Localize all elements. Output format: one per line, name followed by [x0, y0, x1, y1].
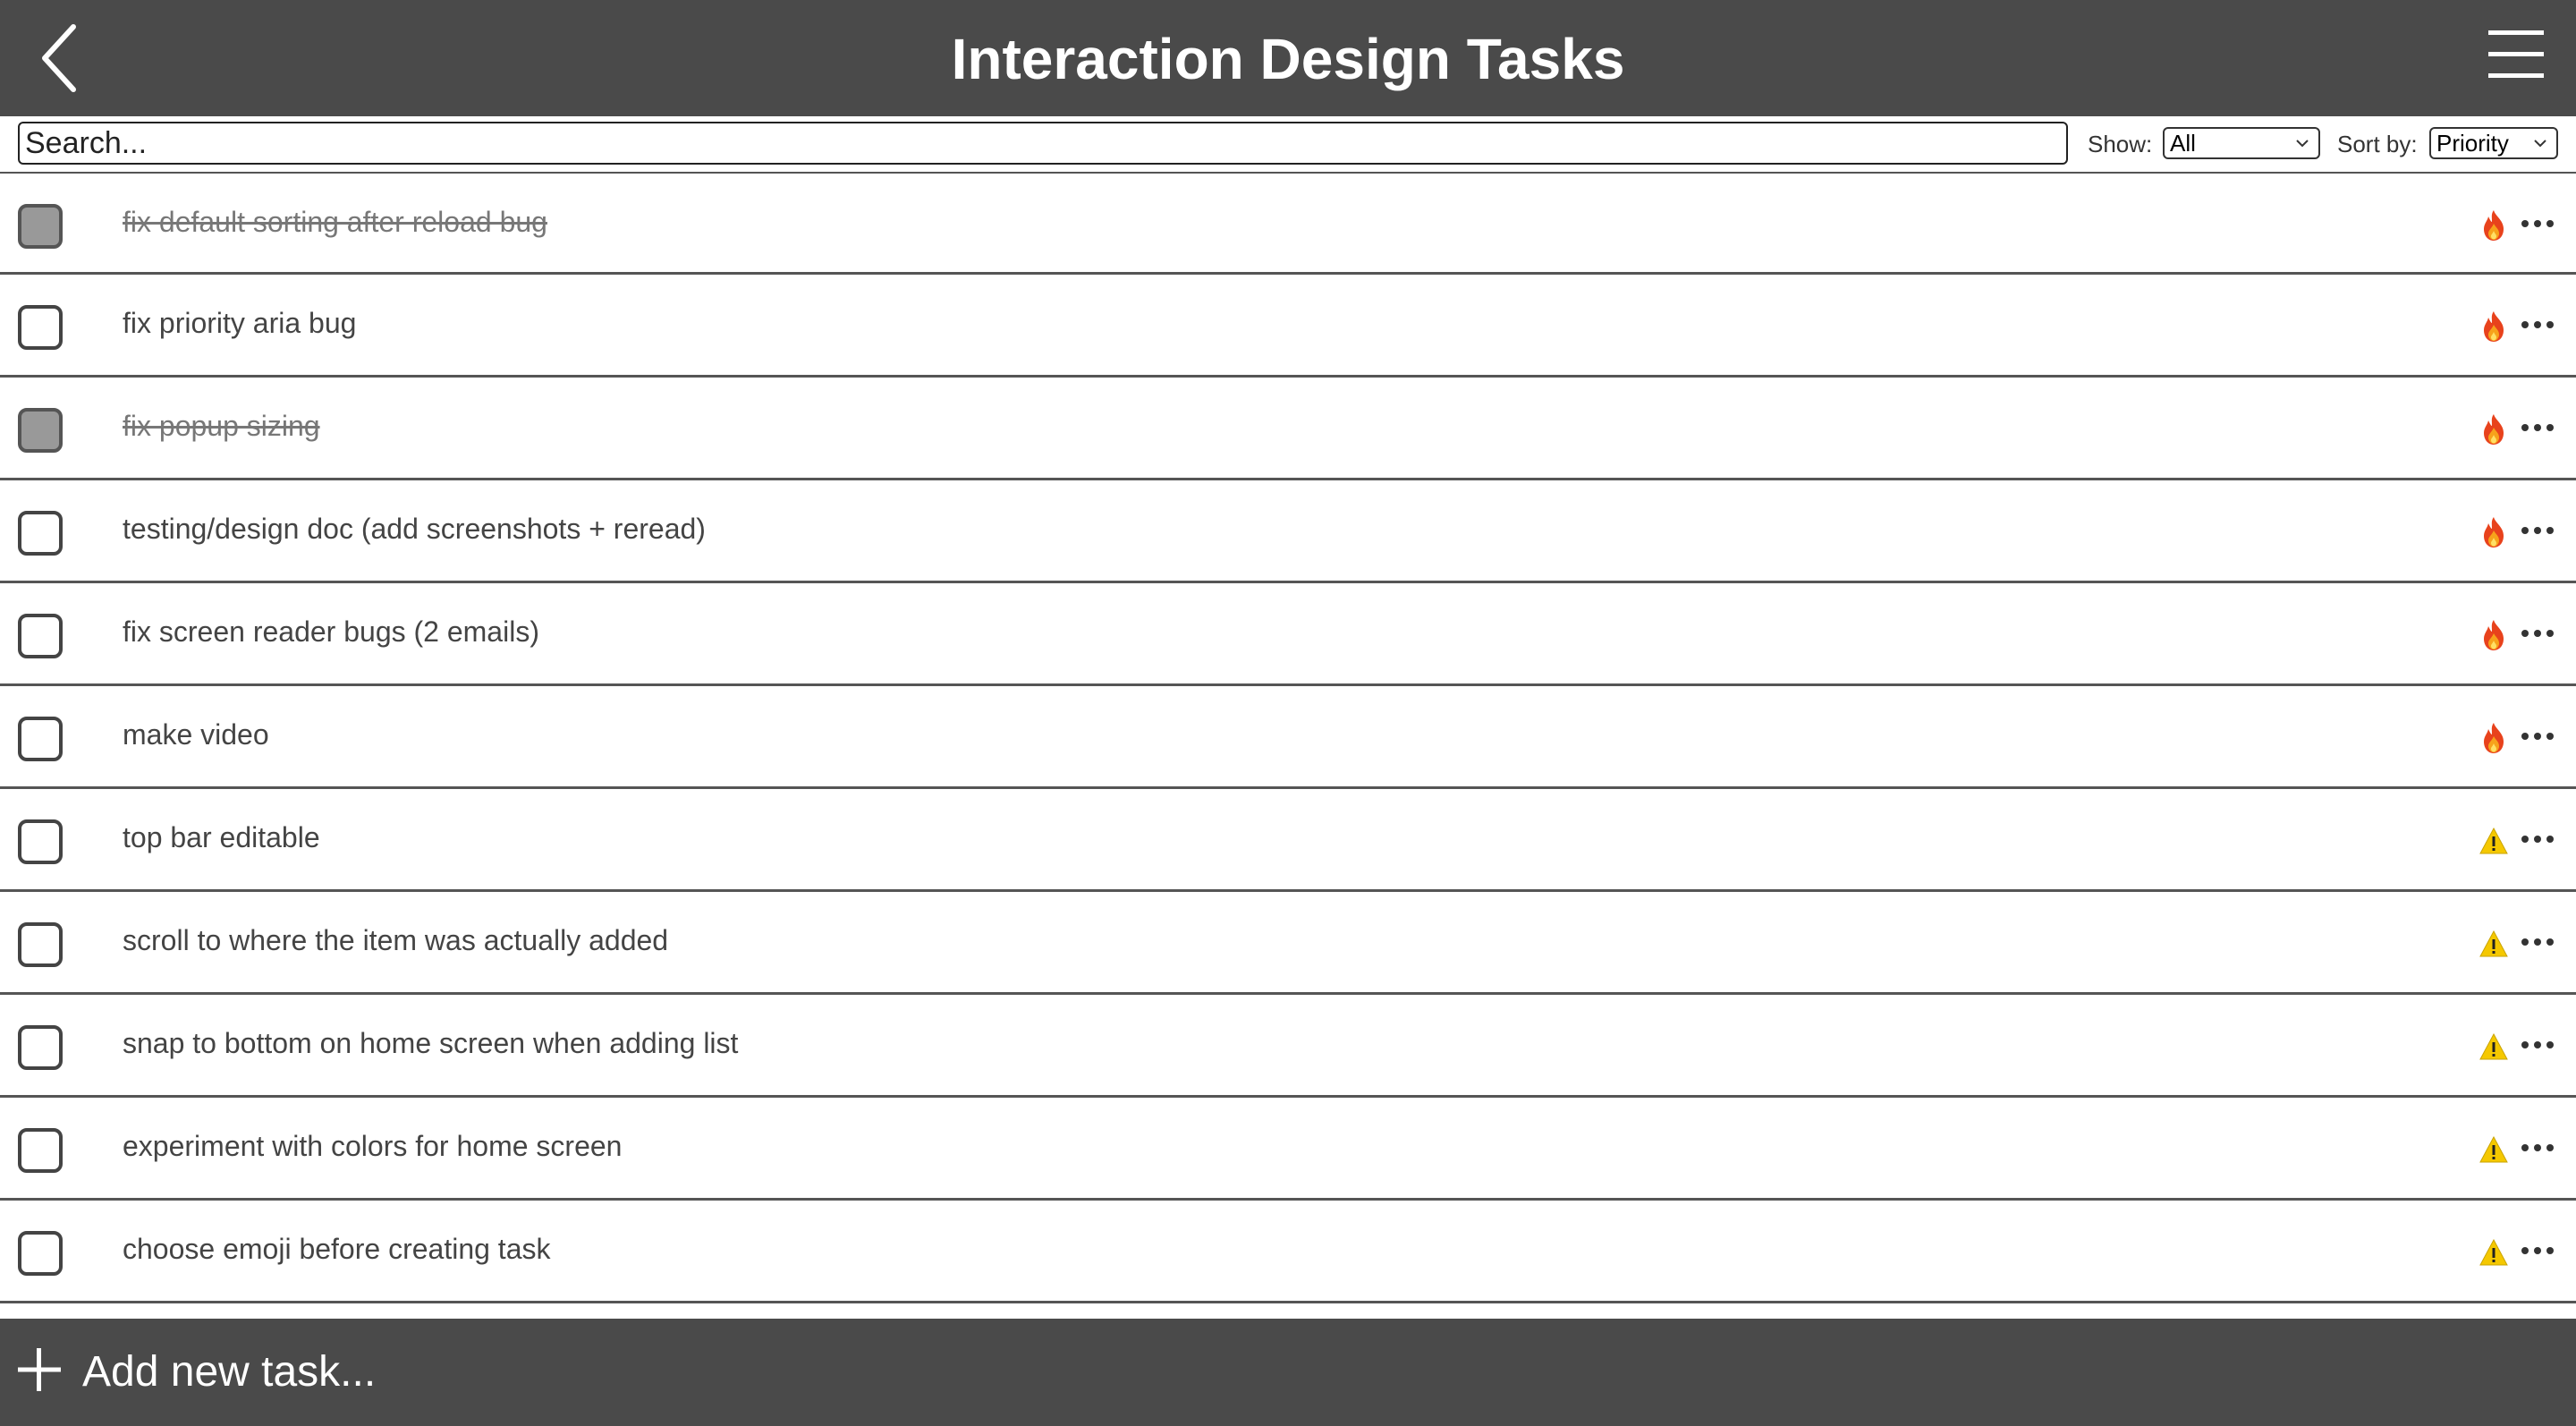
sort-select[interactable]: Priority	[2429, 127, 2558, 159]
task-label[interactable]: fix priority aria bug	[123, 307, 356, 340]
plus-icon	[18, 1348, 61, 1391]
task-label[interactable]: experiment with colors for home screen	[123, 1130, 622, 1163]
sort-value: Priority	[2436, 130, 2509, 157]
toolbar: Show: All Sort by: Priority	[0, 116, 2576, 172]
task-label[interactable]: make video	[123, 718, 269, 751]
add-task-button[interactable]: Add new task...	[0, 1319, 2576, 1426]
hamburger-menu-icon	[2488, 30, 2544, 78]
task-row[interactable]: make video	[0, 686, 2576, 789]
fire-icon	[2479, 209, 2508, 242]
more-options-icon[interactable]	[2521, 933, 2555, 951]
fire-icon	[2479, 722, 2508, 754]
fire-icon	[2479, 413, 2508, 446]
task-checkbox[interactable]	[18, 305, 63, 350]
back-button[interactable]	[36, 21, 89, 95]
fire-icon	[2479, 619, 2508, 651]
task-row[interactable]: testing/design doc (add screenshots + re…	[0, 480, 2576, 583]
task-label[interactable]: testing/design doc (add screenshots + re…	[123, 513, 706, 546]
task-checkbox[interactable]	[18, 511, 63, 556]
task-label[interactable]: fix default sorting after reload bug	[123, 206, 547, 239]
warning-icon	[2479, 825, 2508, 857]
more-options-icon[interactable]	[2521, 1139, 2555, 1157]
task-list: fix default sorting after reload bug fix …	[0, 172, 2576, 1303]
chevron-down-icon	[2534, 140, 2546, 148]
task-row[interactable]: top bar editable	[0, 789, 2576, 892]
task-row[interactable]: fix screen reader bugs (2 emails)	[0, 583, 2576, 686]
more-options-icon[interactable]	[2521, 727, 2555, 745]
chevron-left-icon	[42, 24, 76, 92]
task-label[interactable]: choose emoji before creating task	[123, 1233, 550, 1266]
show-label: Show:	[2088, 131, 2153, 157]
warning-icon	[2479, 928, 2508, 960]
task-label[interactable]: scroll to where the item was actually ad…	[123, 924, 668, 957]
more-options-icon[interactable]	[2521, 830, 2555, 848]
task-checkbox[interactable]	[18, 922, 63, 967]
more-options-icon[interactable]	[2521, 316, 2555, 334]
task-checkbox-checked[interactable]	[18, 204, 63, 249]
task-checkbox[interactable]	[18, 614, 63, 658]
more-options-icon[interactable]	[2521, 1242, 2555, 1260]
task-label[interactable]: snap to bottom on home screen when addin…	[123, 1027, 738, 1060]
fire-icon	[2479, 516, 2508, 548]
task-label[interactable]: top bar editable	[123, 821, 320, 854]
task-label[interactable]: fix screen reader bugs (2 emails)	[123, 615, 539, 649]
task-row[interactable]: experiment with colors for home screen	[0, 1098, 2576, 1201]
warning-icon	[2479, 1031, 2508, 1063]
warning-icon	[2479, 1133, 2508, 1166]
task-row[interactable]: choose emoji before creating task	[0, 1201, 2576, 1303]
task-row[interactable]: scroll to where the item was actually ad…	[0, 892, 2576, 995]
more-options-icon[interactable]	[2521, 522, 2555, 539]
menu-button[interactable]	[2487, 27, 2546, 82]
chevron-down-icon	[2296, 140, 2309, 148]
more-options-icon[interactable]	[2521, 215, 2555, 233]
task-row[interactable]: fix priority aria bug	[0, 275, 2576, 378]
task-checkbox-checked[interactable]	[18, 408, 63, 453]
task-checkbox[interactable]	[18, 717, 63, 761]
more-options-icon[interactable]	[2521, 419, 2555, 437]
task-checkbox[interactable]	[18, 819, 63, 864]
page-title: Interaction Design Tasks	[951, 27, 1625, 91]
show-filter-value: All	[2170, 130, 2196, 157]
search-input[interactable]	[18, 122, 2068, 165]
show-filter-select[interactable]: All	[2163, 127, 2320, 159]
task-checkbox[interactable]	[18, 1128, 63, 1173]
task-label[interactable]: fix popup sizing	[123, 410, 320, 443]
task-row[interactable]: fix popup sizing	[0, 378, 2576, 480]
warning-icon	[2479, 1236, 2508, 1269]
sort-label: Sort by:	[2337, 131, 2418, 157]
more-options-icon[interactable]	[2521, 624, 2555, 642]
task-checkbox[interactable]	[18, 1231, 63, 1276]
fire-icon	[2479, 310, 2508, 343]
more-options-icon[interactable]	[2521, 1036, 2555, 1054]
task-row[interactable]: snap to bottom on home screen when addin…	[0, 995, 2576, 1098]
task-checkbox[interactable]	[18, 1025, 63, 1070]
top-bar: Interaction Design Tasks	[0, 0, 2576, 116]
task-row[interactable]: fix default sorting after reload bug	[0, 172, 2576, 275]
add-task-label: Add new task...	[82, 1348, 377, 1396]
